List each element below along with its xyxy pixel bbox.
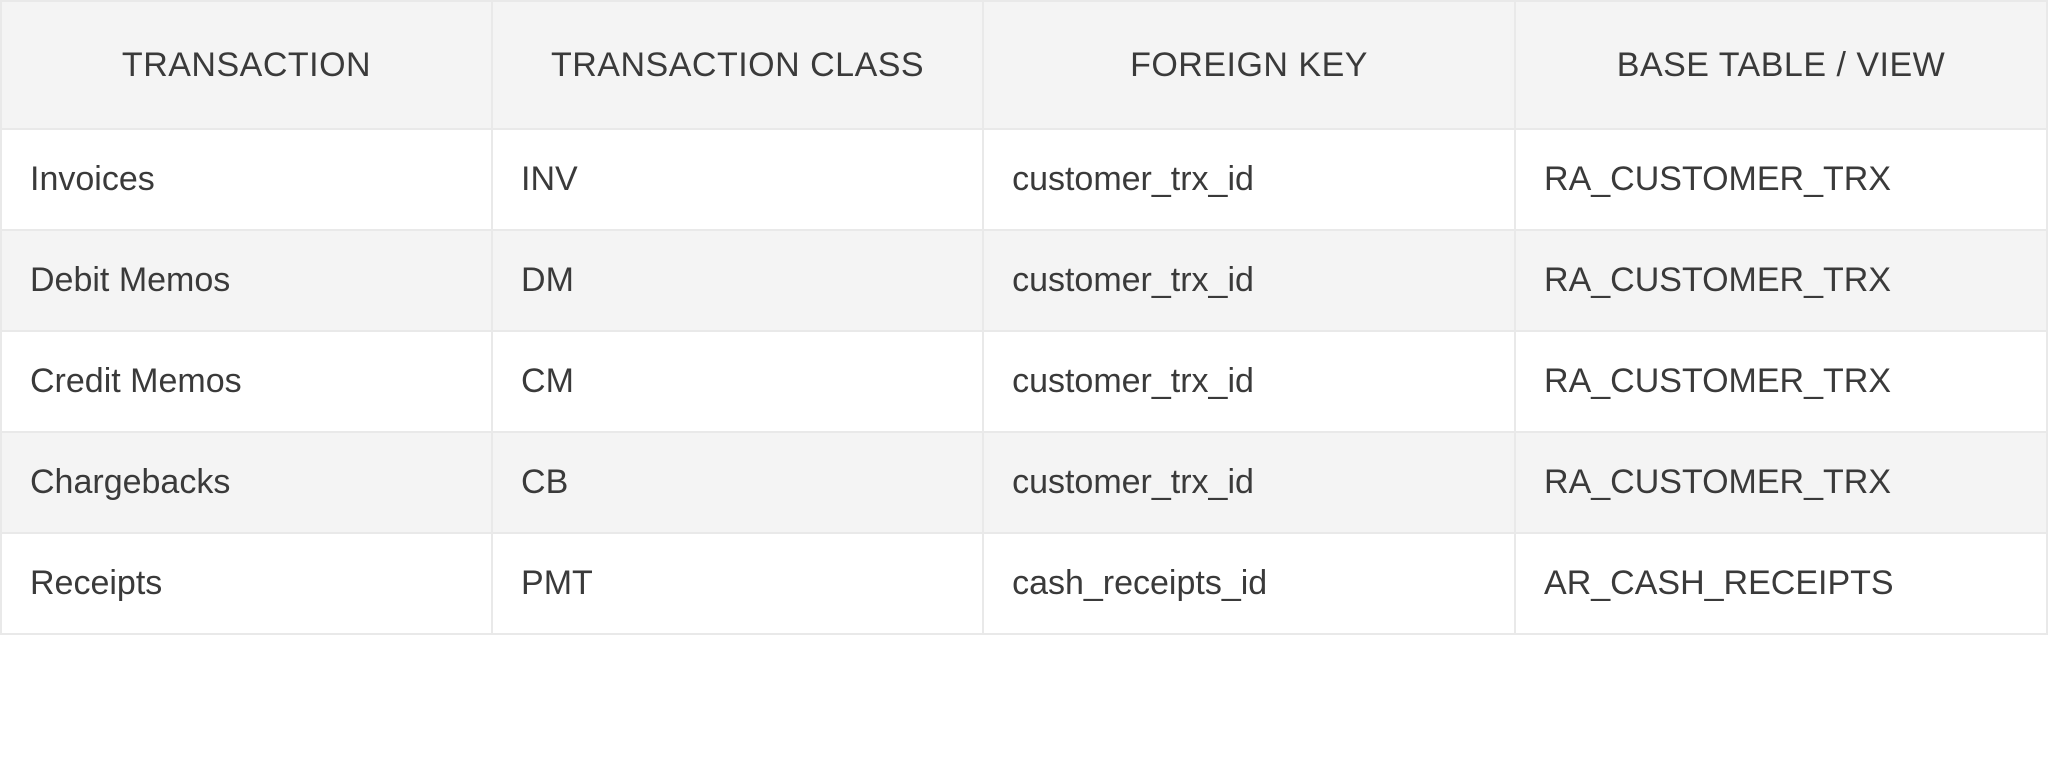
cell-foreign-key: customer_trx_id <box>983 331 1515 432</box>
table-header: TRANSACTION TRANSACTION CLASS FOREIGN KE… <box>1 1 2047 129</box>
header-foreign-key: FOREIGN KEY <box>983 1 1515 129</box>
cell-base-table-view: RA_CUSTOMER_TRX <box>1515 129 2047 230</box>
cell-foreign-key: customer_trx_id <box>983 129 1515 230</box>
transaction-table: TRANSACTION TRANSACTION CLASS FOREIGN KE… <box>0 0 2048 635</box>
table-row: Debit Memos DM customer_trx_id RA_CUSTOM… <box>1 230 2047 331</box>
cell-base-table-view: RA_CUSTOMER_TRX <box>1515 432 2047 533</box>
cell-base-table-view: AR_CASH_RECEIPTS <box>1515 533 2047 634</box>
cell-transaction-class: PMT <box>492 533 983 634</box>
table-row: Receipts PMT cash_receipts_id AR_CASH_RE… <box>1 533 2047 634</box>
cell-transaction: Invoices <box>1 129 492 230</box>
table-row: Invoices INV customer_trx_id RA_CUSTOMER… <box>1 129 2047 230</box>
cell-transaction: Credit Memos <box>1 331 492 432</box>
cell-foreign-key: customer_trx_id <box>983 432 1515 533</box>
table-row: Credit Memos CM customer_trx_id RA_CUSTO… <box>1 331 2047 432</box>
header-base-table-view: BASE TABLE / VIEW <box>1515 1 2047 129</box>
cell-transaction: Chargebacks <box>1 432 492 533</box>
cell-foreign-key: customer_trx_id <box>983 230 1515 331</box>
header-transaction-class: TRANSACTION CLASS <box>492 1 983 129</box>
table-row: Chargebacks CB customer_trx_id RA_CUSTOM… <box>1 432 2047 533</box>
cell-transaction: Receipts <box>1 533 492 634</box>
cell-transaction-class: CB <box>492 432 983 533</box>
cell-transaction-class: CM <box>492 331 983 432</box>
cell-transaction-class: DM <box>492 230 983 331</box>
cell-transaction: Debit Memos <box>1 230 492 331</box>
cell-base-table-view: RA_CUSTOMER_TRX <box>1515 331 2047 432</box>
cell-base-table-view: RA_CUSTOMER_TRX <box>1515 230 2047 331</box>
table-body: Invoices INV customer_trx_id RA_CUSTOMER… <box>1 129 2047 634</box>
header-transaction: TRANSACTION <box>1 1 492 129</box>
cell-transaction-class: INV <box>492 129 983 230</box>
cell-foreign-key: cash_receipts_id <box>983 533 1515 634</box>
